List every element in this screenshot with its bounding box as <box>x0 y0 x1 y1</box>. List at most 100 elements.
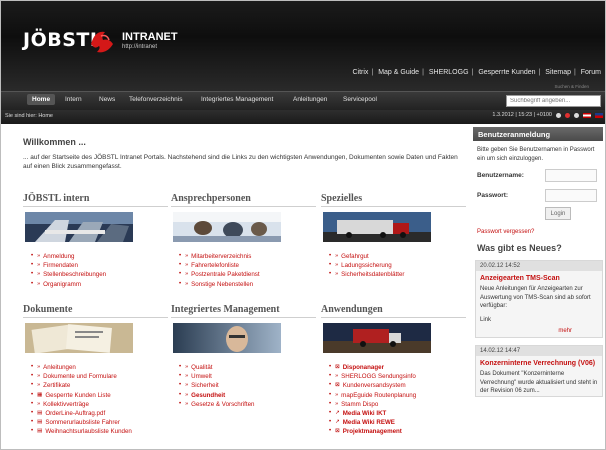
news-body: Das Dokument "Konzerninterne Verrechnung… <box>480 371 598 394</box>
list-item[interactable]: •» Sicherheitsdatenblätter <box>329 270 466 279</box>
header: JÖBSTL INTRANET http://intranet Citrix | … <box>1 1 605 91</box>
section-anwendungen: Anwendungen • ⊠ Disponanager •» SHERLOGG Se… <box>321 304 466 437</box>
section-title: Integriertes Management <box>171 304 316 318</box>
list-item[interactable]: •» Sicherheit <box>179 381 316 390</box>
news-title: Was gibt es Neues? <box>477 243 562 253</box>
applications-image <box>323 323 431 353</box>
password-field[interactable] <box>545 188 597 202</box>
list-item[interactable]: • ↗ Media Wiki IKT <box>329 409 466 418</box>
list-item[interactable]: •» Stellenbeschreibungen <box>31 270 168 279</box>
news-card: 20.02.12 14:52 Anzeigearten TMS-Scan Neu… <box>475 260 603 338</box>
toplink-sitemap[interactable]: Sitemap <box>545 69 571 76</box>
list-item[interactable]: •» Postzentrale Paketdienst <box>179 270 316 279</box>
toplink-map-guide[interactable]: Map & Guide <box>378 69 419 76</box>
doc-icon: ▤ <box>37 428 43 435</box>
list-item[interactable]: •» Umwelt <box>179 372 316 381</box>
password-row: Passwort: <box>477 187 603 203</box>
list-item[interactable]: • ▤ Sommerurlaubsliste Fahrer <box>31 418 168 427</box>
logo-mark-icon <box>91 31 113 53</box>
news-date: 14.02.12 14:47 <box>476 346 602 356</box>
list-item[interactable]: •» Anleitungen <box>31 363 168 372</box>
tab-telefonverzeichnis[interactable]: Telefonverzeichnis <box>129 96 182 103</box>
list-item[interactable]: •» Fahrertelefonliste <box>179 261 316 270</box>
list-item[interactable]: •» Stamm Dispo <box>329 400 466 409</box>
list-item[interactable]: •» Ladungssicherung <box>329 261 466 270</box>
external-link-icon: ↗ <box>335 410 340 417</box>
tab-anleitungen[interactable]: Anleitungen <box>293 96 327 103</box>
sidebar: Benutzeranmeldung Bitte geben Sie Benutz… <box>473 127 603 397</box>
list-item[interactable]: •» Gesetze & Vorschriften <box>179 400 316 409</box>
section-dokumente: Dokumente •» Anleitungen •» Dokumente und … <box>23 304 168 437</box>
tab-home[interactable]: Home <box>27 94 56 105</box>
list-item[interactable]: • ⊠ Kundenversandsystem <box>329 381 466 390</box>
welcome-text: ... auf der Startseite des JÖBSTL Intran… <box>23 154 458 170</box>
forgot-password-link[interactable]: Passwort vergessen? <box>477 229 603 235</box>
doc-icon: ▤ <box>37 419 43 426</box>
news-headline[interactable]: Anzeigearten TMS-Scan <box>476 271 602 283</box>
list-item[interactable]: •» Qualität <box>179 363 316 372</box>
company-image <box>25 212 133 242</box>
app-icon: ⊠ <box>335 364 340 370</box>
section-title: Dokumente <box>23 304 168 318</box>
list-item[interactable]: • ⊠ Disponanager <box>329 363 466 372</box>
list-item[interactable]: •» mapEguide Routenplanung <box>329 391 466 400</box>
news-headline[interactable]: Konzerninterne Verrechnung (V06) <box>476 356 602 368</box>
external-link-icon: ↗ <box>335 419 340 426</box>
section-title: Spezielles <box>321 193 466 207</box>
list-item[interactable]: •» Gefahrgut <box>329 252 466 261</box>
page-title: Willkommen ... <box>23 137 86 147</box>
flag-uk-icon[interactable] <box>595 112 603 118</box>
tab-integriertes-management[interactable]: Integriertes Management <box>201 96 273 103</box>
news-more-link[interactable]: mehr <box>476 324 602 337</box>
section-title: Ansprechpersonen <box>171 193 316 207</box>
news-body: Neue Anleitungen für Anzeigearten zur Au… <box>480 286 591 309</box>
truck-image <box>323 212 431 242</box>
list-item[interactable]: •» Anmeldung <box>31 252 168 261</box>
people-image <box>173 212 281 242</box>
list-item[interactable]: •» Dokumente und Formulare <box>31 372 168 381</box>
toplink-sherlogg[interactable]: SHERLOGG <box>429 69 469 76</box>
breadcrumb: Sie sind hier: Home <box>5 113 53 119</box>
username-label: Benutzername: <box>477 171 524 179</box>
search-tip: Suchen & Finden <box>554 84 589 89</box>
password-label: Passwort: <box>477 191 509 199</box>
search-input[interactable] <box>506 95 601 107</box>
username-field[interactable] <box>545 168 597 182</box>
section-title: JÖBSTL intern <box>23 193 168 207</box>
list-item[interactable]: • ↗ Media Wiki REWE <box>329 418 466 427</box>
list-item[interactable]: •» Gesundheit <box>179 391 316 400</box>
list-item[interactable]: •» Sonstige Nebenstellen <box>179 280 316 289</box>
list-item[interactable]: •» SHERLOGG Sendungsinfo <box>329 372 466 381</box>
pdf-icon: ▤ <box>37 410 43 417</box>
toplink-citrix[interactable]: Citrix <box>352 69 368 76</box>
list-item[interactable]: • ▤ OrderLine-Auftrag.pdf <box>31 409 168 418</box>
login-instructions: Bitte geben Sie Benutzernamen in Passwor… <box>477 147 595 162</box>
list-item[interactable]: • ▦ Gesperrte Kunden Liste <box>31 391 168 400</box>
app-icon: ⊠ <box>335 428 340 435</box>
news-card: 14.02.12 14:47 Konzerninterne Verrechnun… <box>475 345 603 397</box>
app-icon: ⊠ <box>335 382 340 389</box>
toplink-gesperrte-kunden[interactable]: Gesperrte Kunden <box>478 69 535 76</box>
logo-url: http://intranet <box>122 44 158 50</box>
excel-icon: ▦ <box>37 391 43 398</box>
documents-image <box>25 323 133 354</box>
login-button[interactable]: Login <box>545 207 571 220</box>
list-item[interactable]: •» Firmendaten <box>31 261 168 270</box>
tab-news[interactable]: News <box>99 96 115 103</box>
section-title: Anwendungen <box>321 304 466 318</box>
list-item[interactable]: • ▤ Weihnachtsurlaubsliste Kunden <box>31 427 168 436</box>
username-row: Benutzername: <box>477 167 603 183</box>
list-item[interactable]: •» Organigramm <box>31 280 168 289</box>
list-item[interactable]: •» Zertifikate <box>31 381 168 390</box>
tab-servicepool[interactable]: Servicepool <box>343 96 377 103</box>
status-dot-icon <box>565 112 570 118</box>
datetime: 1.3.2012 | 15:23 | +0100 <box>492 112 552 118</box>
list-item[interactable]: •» Mitarbeiterverzeichnis <box>179 252 316 261</box>
list-item[interactable]: •» Kollektivverträge <box>31 400 168 409</box>
flag-austria-icon[interactable] <box>583 112 591 118</box>
list-item[interactable]: • ⊠ Projektmanagement <box>329 427 466 436</box>
toplink-forum[interactable]: Forum <box>581 69 601 76</box>
news-link[interactable]: Link <box>476 311 602 325</box>
tab-intern[interactable]: Intern <box>65 96 82 103</box>
status-dot-icon <box>556 112 561 118</box>
